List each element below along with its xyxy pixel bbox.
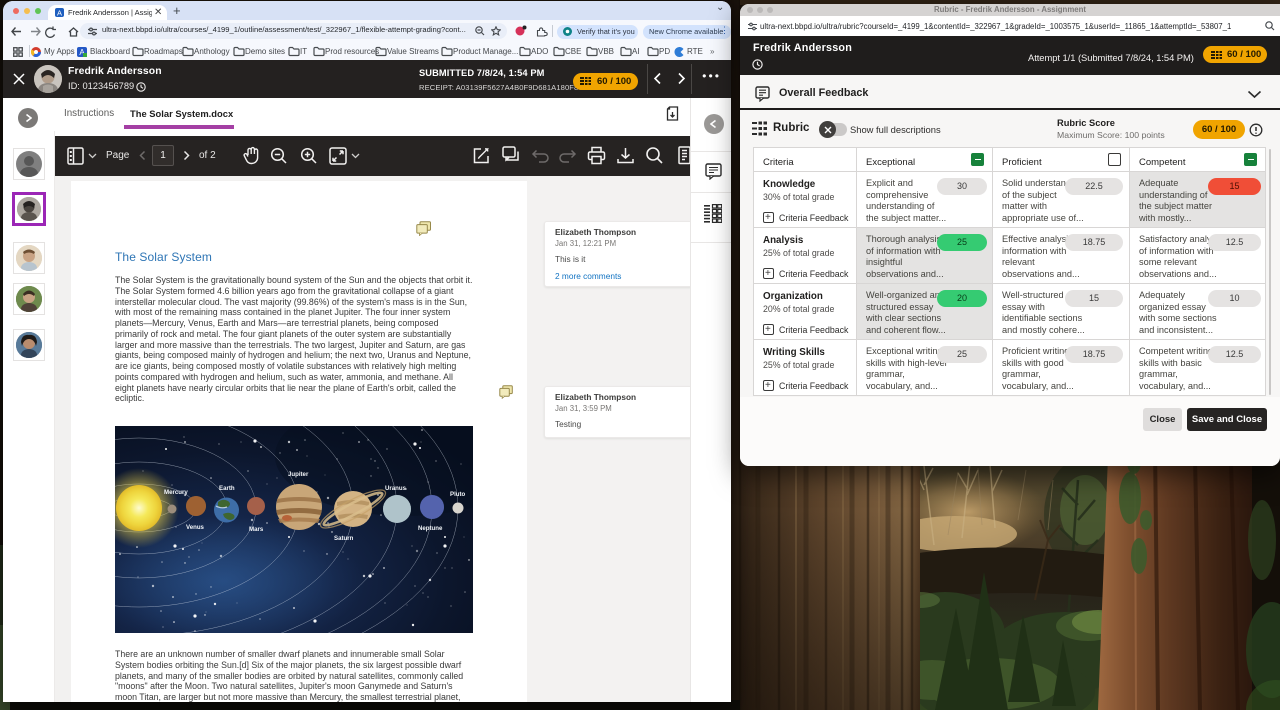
- svg-text:Saturn: Saturn: [334, 535, 354, 542]
- svg-text:Jupiter: Jupiter: [288, 471, 309, 478]
- svg-text:Earth: Earth: [219, 485, 235, 492]
- svg-text:A: A: [57, 9, 62, 18]
- svg-text:Neptune: Neptune: [418, 525, 443, 532]
- svg-text:Mars: Mars: [249, 526, 264, 533]
- svg-text:Pluto: Pluto: [450, 491, 466, 498]
- svg-text:Mercury: Mercury: [164, 489, 188, 496]
- svg-text:Venus: Venus: [186, 524, 205, 531]
- svg-text:Uranus: Uranus: [385, 485, 407, 492]
